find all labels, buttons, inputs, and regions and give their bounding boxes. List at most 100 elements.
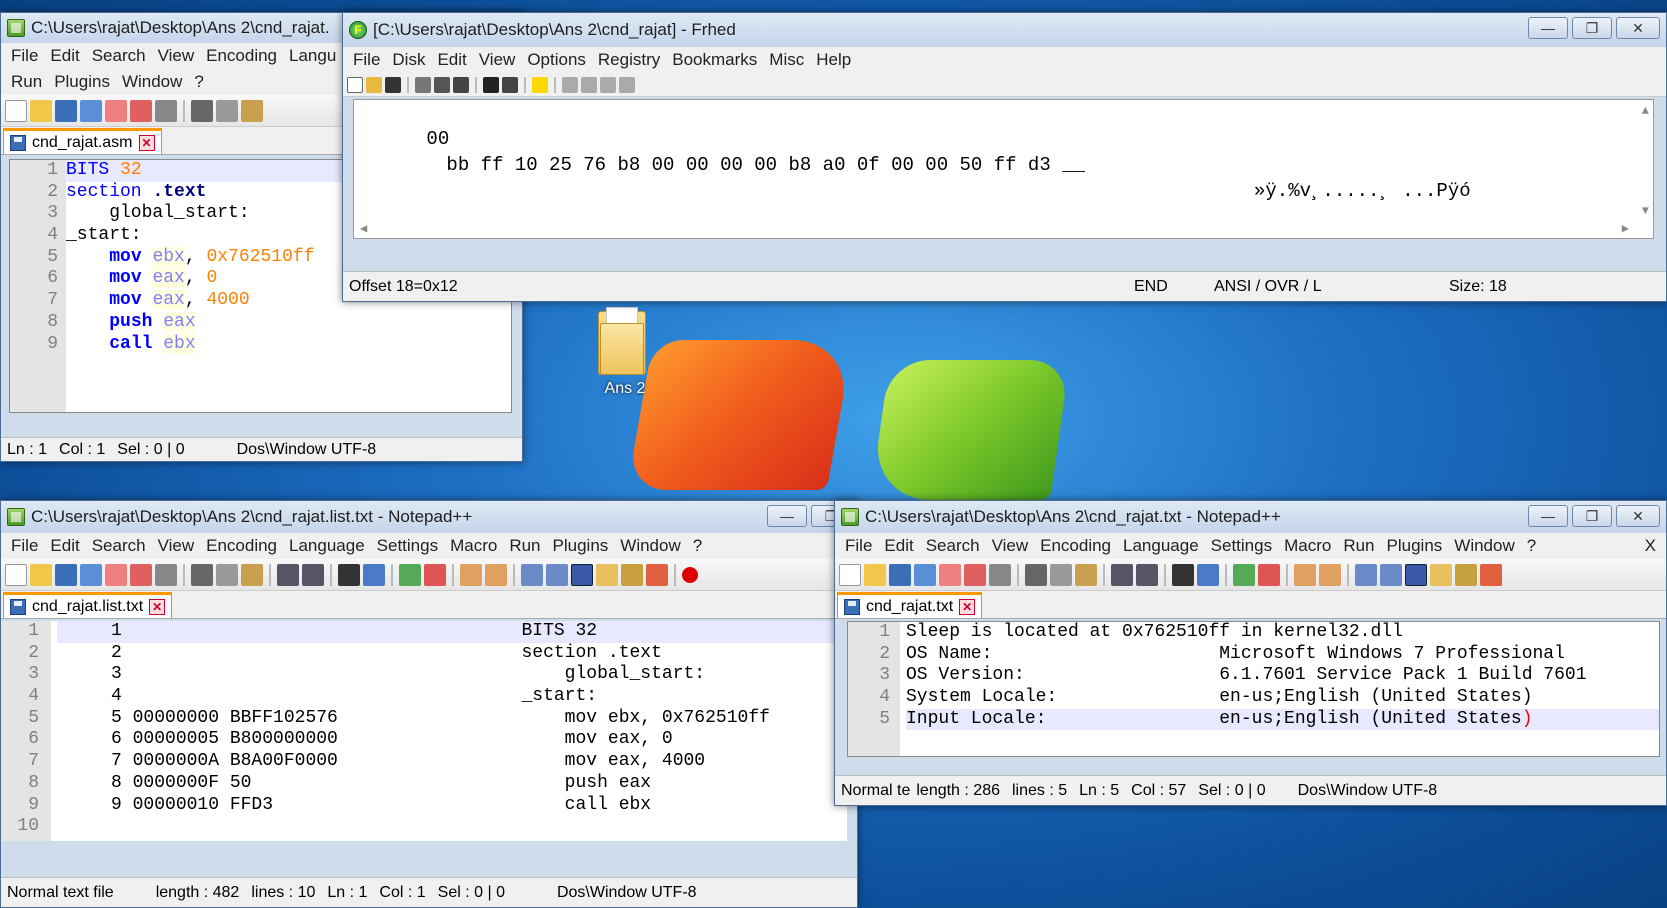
function-list-icon[interactable] [646,563,668,586]
hex-bytes[interactable]: bb ff 10 25 76 b8 00 00 00 00 b8 a0 0f 0… [446,154,1085,176]
menu-macro[interactable]: Macro [444,536,503,556]
close-all-icon[interactable] [964,563,986,586]
scroll-left-icon[interactable]: ◀ [360,221,367,236]
cut-icon[interactable] [415,76,431,93]
tab-cnd-rajat-list[interactable]: cnd_rajat.list.txt ✕ [3,592,173,618]
code-editor[interactable]: 1 2 3 4 5 Sleep is located at 0x762510ff… [847,621,1660,757]
menu-help[interactable]: Help [810,50,857,70]
replace-icon[interactable] [363,563,385,586]
menu-options[interactable]: Options [521,50,592,70]
tab-close-icon[interactable]: ✕ [149,598,166,615]
sync-vertical-icon[interactable] [460,563,482,586]
tab-close-icon[interactable]: ✕ [959,598,976,615]
save-all-icon[interactable] [914,563,936,586]
folder-icon[interactable] [594,305,650,377]
menu-window[interactable]: Window [1448,536,1520,556]
tab-cnd-rajat-asm[interactable]: cnd_rajat.asm ✕ [3,128,162,154]
menu-language[interactable]: Language [1117,536,1205,556]
print-icon[interactable] [155,563,177,586]
new-file-icon[interactable] [5,563,27,586]
menu-encoding[interactable]: Encoding [200,536,283,556]
paste-icon[interactable] [241,563,263,586]
menu-plugins[interactable]: Plugins [48,72,116,92]
hex-view[interactable]: 00 bb ff 10 25 76 b8 00 00 00 00 b8 a0 0… [353,99,1654,239]
paste-icon[interactable] [1075,563,1097,586]
find-icon[interactable] [483,76,499,93]
menu-settings[interactable]: Settings [1205,536,1278,556]
menu-language[interactable]: Language [283,536,371,556]
user-language-icon[interactable] [596,563,618,586]
close-button[interactable]: ✕ [1616,17,1660,39]
prev-bookmark-icon[interactable] [581,76,597,93]
menu-language[interactable]: Langu [283,46,342,66]
show-all-chars-icon[interactable] [1380,563,1402,586]
menu-macro[interactable]: Macro [1278,536,1337,556]
menu-file[interactable]: File [5,536,44,556]
first-bookmark-icon[interactable] [562,76,578,93]
find-icon[interactable] [338,563,360,586]
doc-map-icon[interactable] [1455,563,1477,586]
zoom-out-icon[interactable] [424,563,446,586]
close-button[interactable]: ✕ [1616,505,1660,527]
redo-icon[interactable] [1136,563,1158,586]
minimize-button[interactable]: — [1528,505,1568,527]
help-icon[interactable] [532,76,548,93]
copy-icon[interactable] [216,99,238,122]
menu-run[interactable]: Run [1337,536,1380,556]
open-file-icon[interactable] [30,563,52,586]
hex-ascii[interactable]: »ÿ.%v¸.....¸ ...Pÿó [1254,178,1471,204]
menu-view[interactable]: View [152,46,201,66]
menu-search[interactable]: Search [86,46,152,66]
menu-edit[interactable]: Edit [878,536,919,556]
print-icon[interactable] [989,563,1011,586]
undo-icon[interactable] [1111,563,1133,586]
menu-close-doc-button[interactable]: X [1639,536,1662,556]
paste-icon[interactable] [241,99,263,122]
menu-search[interactable]: Search [86,536,152,556]
menu-registry[interactable]: Registry [592,50,666,70]
code-editor[interactable]: 1 2 3 4 5 6 7 8 9 10 1 BITS 32 2 section… [1,621,847,841]
user-language-icon[interactable] [1430,563,1452,586]
menu-disk[interactable]: Disk [386,50,431,70]
indent-guide-icon[interactable] [1405,563,1427,586]
maximize-button[interactable]: ❐ [1572,17,1612,39]
menu-edit[interactable]: Edit [44,46,85,66]
open-file-icon[interactable] [864,563,886,586]
function-list-icon[interactable] [1480,563,1502,586]
copy-icon[interactable] [434,76,450,93]
menu-misc[interactable]: Misc [763,50,810,70]
open-file-icon[interactable] [366,76,382,93]
menu-file[interactable]: File [839,536,878,556]
menu-view[interactable]: View [473,50,522,70]
menu-window[interactable]: Window [116,72,188,92]
replace-icon[interactable] [1197,563,1219,586]
menu-encoding[interactable]: Encoding [1034,536,1117,556]
save-icon[interactable] [55,99,77,122]
menu-run[interactable]: Run [503,536,546,556]
copy-icon[interactable] [216,563,238,586]
sync-vertical-icon[interactable] [1294,563,1316,586]
close-icon[interactable] [105,563,127,586]
folder-label[interactable]: Ans 2 [595,380,655,398]
print-icon[interactable] [155,99,177,122]
cut-icon[interactable] [191,99,213,122]
indent-guide-icon[interactable] [571,563,593,586]
close-all-icon[interactable] [130,99,152,122]
scroll-up-icon[interactable]: ▲ [1642,104,1649,118]
menu-view[interactable]: View [152,536,201,556]
find-icon[interactable] [1172,563,1194,586]
doc-map-icon[interactable] [621,563,643,586]
tab-close-icon[interactable]: ✕ [138,134,155,151]
replace-icon[interactable] [502,76,518,93]
open-file-icon[interactable] [30,99,52,122]
save-all-icon[interactable] [80,99,102,122]
show-all-chars-icon[interactable] [546,563,568,586]
scroll-right-icon[interactable]: ▶ [1622,221,1629,236]
menu-file[interactable]: File [5,46,44,66]
last-bookmark-icon[interactable] [619,76,635,93]
cut-icon[interactable] [1025,563,1047,586]
paste-icon[interactable] [453,76,469,93]
list-titlebar[interactable]: C:\Users\rajat\Desktop\Ans 2\cnd_rajat.l… [1,501,857,533]
menu-plugins[interactable]: Plugins [547,536,615,556]
menu-view[interactable]: View [986,536,1035,556]
